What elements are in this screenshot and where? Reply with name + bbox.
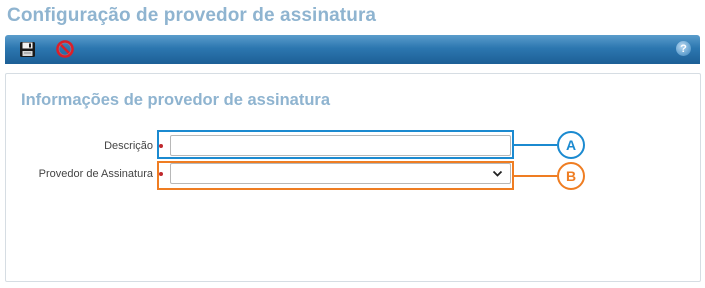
provedor-assinatura-label: Provedor de Assinatura <box>38 168 153 180</box>
section-title: Informações de provedor de assinatura <box>21 91 331 109</box>
annotation-a-highlight <box>157 130 514 159</box>
annotation-a-badge: A <box>557 131 585 159</box>
save-button[interactable] <box>17 39 37 59</box>
help-button[interactable]: ? <box>676 41 691 56</box>
page-title: Configuração de provedor de assinatura <box>7 5 377 26</box>
toolbar: ? <box>5 35 700 64</box>
annotation-b-connector <box>514 175 557 177</box>
cancel-button[interactable] <box>55 39 75 59</box>
floppy-disk-icon <box>19 41 35 57</box>
annotation-b-highlight <box>157 161 514 190</box>
annotation-b-badge: B <box>557 162 585 190</box>
no-entry-icon <box>56 40 74 58</box>
annotation-a-connector <box>514 144 557 146</box>
descricao-label: Descrição <box>104 140 153 152</box>
